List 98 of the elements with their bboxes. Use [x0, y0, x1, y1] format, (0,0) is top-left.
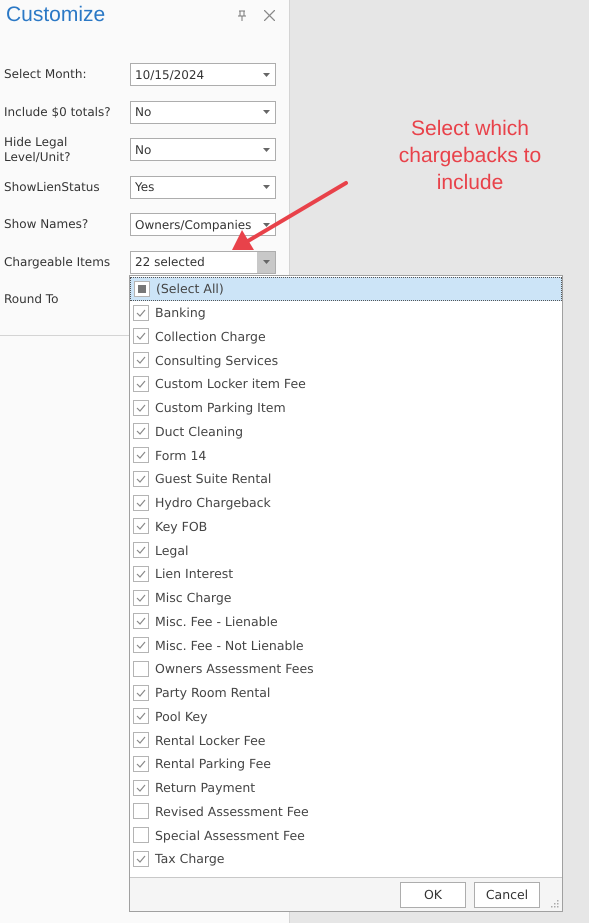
field-label: Hide Legal Level/Unit?	[4, 134, 72, 165]
check-icon	[136, 427, 146, 436]
field-label: ShowLienStatus	[4, 180, 101, 195]
check-icon	[136, 570, 146, 578]
field-label: Chargeable Items	[4, 254, 112, 270]
checkbox[interactable]	[133, 470, 149, 487]
check-icon	[136, 356, 146, 364]
dropdown-caret-icon	[262, 110, 270, 114]
dropdown-caret-icon	[262, 185, 270, 190]
list-item[interactable]: Guest Suite Rental	[130, 467, 562, 491]
checkbox[interactable]	[133, 708, 149, 724]
list-item[interactable]: Custom Parking Item	[130, 396, 562, 420]
dropdown-field[interactable]: No	[130, 100, 276, 124]
checkbox[interactable]	[133, 827, 149, 844]
list-item[interactable]: Duct Cleaning	[130, 420, 562, 444]
checkbox[interactable]	[133, 613, 149, 630]
dropdown-field[interactable]: Yes	[130, 176, 276, 199]
check-icon	[136, 594, 146, 602]
checkbox[interactable]	[133, 732, 149, 748]
list-item[interactable]: Misc. Fee - Lienable	[130, 610, 562, 634]
list-item[interactable]: Misc. Fee - Not Lienable	[130, 633, 562, 657]
check-icon	[136, 688, 146, 697]
pin-icon[interactable]	[238, 10, 246, 20]
checkbox[interactable]	[134, 280, 150, 297]
list-item[interactable]: Custom Locker item Fee	[130, 372, 562, 396]
list-item[interactable]: Return Payment	[130, 776, 562, 800]
check-icon	[136, 617, 146, 626]
checkbox[interactable]	[133, 660, 149, 677]
list-item[interactable]: Party Room Rental	[130, 680, 562, 704]
list-item[interactable]: Special Assessment Fee	[130, 823, 562, 847]
check-icon	[136, 380, 146, 388]
field-label: Include $0 totals?	[4, 104, 112, 120]
dropdown-caret-icon	[262, 222, 270, 227]
check-icon	[136, 332, 146, 340]
dropdown-caret-icon	[262, 260, 270, 264]
checkbox[interactable]	[133, 352, 149, 368]
dropdown-caret-icon	[262, 72, 270, 77]
list-item[interactable]: Consulting Services	[130, 348, 562, 372]
check-icon	[136, 451, 146, 460]
checkbox[interactable]	[133, 566, 149, 582]
checkbox[interactable]	[133, 423, 149, 440]
list-item[interactable]: Misc Charge	[130, 586, 562, 610]
dropdown-caret-icon	[262, 148, 270, 152]
checkbox[interactable]	[133, 590, 149, 606]
list-item[interactable]: Rental Parking Fee	[130, 752, 562, 776]
check-icon	[136, 760, 146, 768]
list-item[interactable]: Hydro Chargeback	[130, 490, 562, 514]
field-label: Select Month:	[4, 67, 88, 82]
checkbox[interactable]	[133, 756, 149, 772]
check-icon	[136, 498, 146, 507]
checkbox[interactable]	[133, 542, 149, 558]
check-icon	[136, 404, 146, 412]
checkbox[interactable]	[133, 328, 149, 344]
dropdown-field[interactable]: 22 selected	[130, 250, 276, 274]
checkbox[interactable]	[133, 400, 149, 416]
check-icon	[136, 546, 146, 554]
check-icon	[136, 522, 146, 530]
close-icon[interactable]	[264, 10, 275, 20]
check-icon	[136, 784, 146, 792]
check-icon	[136, 712, 146, 720]
checkbox[interactable]	[133, 376, 149, 392]
check-icon	[136, 854, 146, 863]
dropdown-field[interactable]: No	[130, 138, 276, 162]
checkbox[interactable]	[133, 637, 149, 654]
resize-grip-icon[interactable]	[551, 900, 559, 908]
list-item[interactable]: Rental Locker Fee	[130, 728, 562, 752]
field-label: Show Names?	[4, 217, 90, 232]
list-item[interactable]: Collection Charge	[130, 324, 562, 348]
checkbox[interactable]	[133, 494, 149, 511]
checkbox[interactable]	[133, 850, 149, 867]
checkbox[interactable]	[133, 518, 149, 534]
list-item[interactable]: Lien Interest	[130, 562, 562, 586]
check-icon	[136, 308, 146, 317]
checkbox[interactable]	[133, 304, 149, 321]
checkbox[interactable]	[133, 684, 149, 701]
panel-title: Customize	[6, 3, 106, 27]
dropdown-field[interactable]: Owners/Companies	[130, 213, 276, 236]
checkbox[interactable]	[133, 803, 149, 820]
dialog-button[interactable]: Cancel	[474, 882, 540, 908]
field-label: Round To	[4, 292, 60, 308]
list-item[interactable]: Pool Key	[130, 704, 562, 728]
select-all-item[interactable]: (Select All)	[130, 277, 562, 301]
checkbox[interactable]	[133, 780, 149, 796]
dialog-button[interactable]: OK	[400, 882, 466, 908]
check-icon	[136, 474, 146, 483]
list-item[interactable]: Key FOB	[130, 514, 562, 538]
list-item[interactable]: Owners Assessment Fees	[130, 657, 562, 681]
checkbox[interactable]	[133, 447, 149, 464]
check-icon	[136, 641, 146, 650]
annotation-text: Select which chargebacks to include	[398, 116, 542, 196]
list-item[interactable]: Tax Charge	[130, 847, 562, 871]
dropdown-button[interactable]	[257, 252, 275, 273]
list-item[interactable]: Legal	[130, 538, 562, 562]
check-icon	[136, 736, 146, 744]
list-item[interactable]: Form 14	[130, 443, 562, 467]
list-item[interactable]: Banking	[130, 300, 562, 324]
list-item[interactable]: Revised Assessment Fee	[130, 800, 562, 824]
dropdown-field[interactable]: 10/15/2024	[130, 63, 276, 86]
